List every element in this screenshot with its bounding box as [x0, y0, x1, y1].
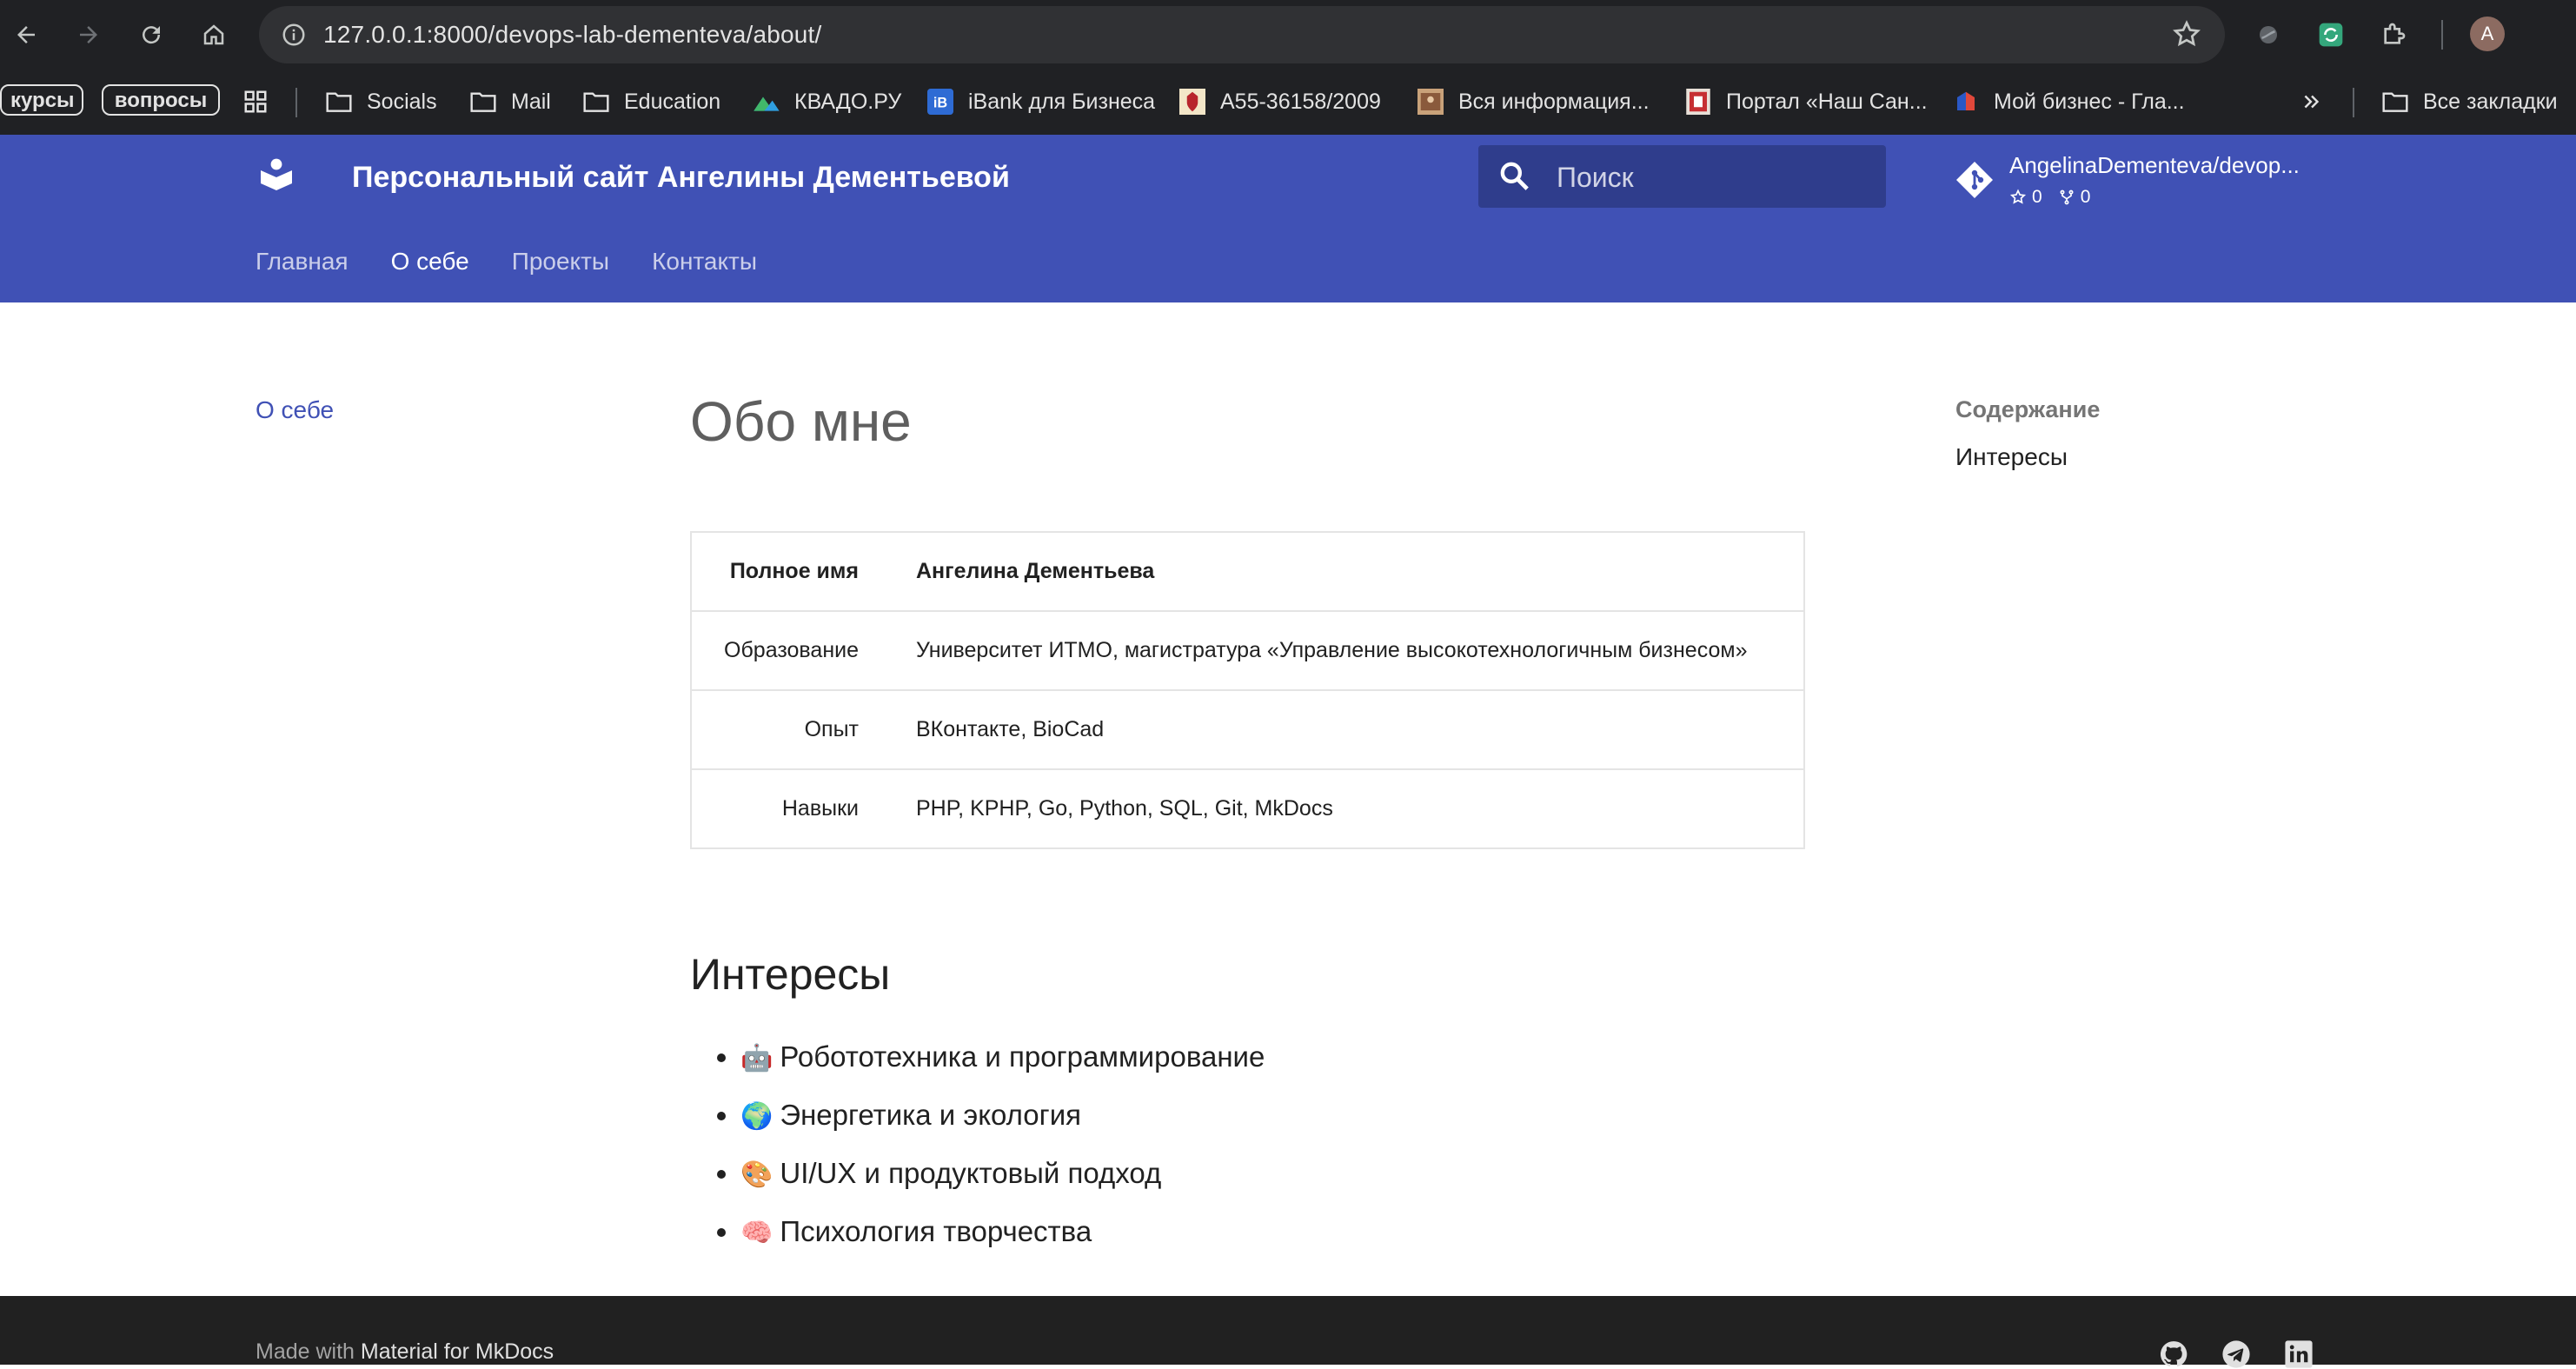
repo-facts: 0 0: [2009, 187, 2090, 208]
globe-emoji-icon: 🌍: [740, 1101, 773, 1132]
apps-grid-icon: [242, 88, 269, 116]
apps-button[interactable]: [242, 86, 283, 117]
arrow-right-icon: [80, 26, 97, 43]
list-item: 🧠Психология творчества: [740, 1207, 1265, 1266]
fork-icon: [2060, 189, 2074, 205]
kvado-icon: [753, 88, 780, 116]
table-cell-label: Опыт: [691, 689, 888, 769]
section-heading-interests: Интересы: [690, 950, 891, 999]
repo-stars: 0: [2009, 187, 2042, 208]
bookmarks-divider: [295, 88, 297, 117]
table-header-row: Полное имя Ангелина Дементьева: [691, 531, 1804, 611]
tab-contacts[interactable]: Контакты: [652, 248, 757, 276]
book-open-icon[interactable]: [256, 154, 297, 196]
folder-icon: [2381, 88, 2409, 116]
table-cell-label: Навыки: [691, 768, 888, 848]
tab-projects[interactable]: Проекты: [512, 248, 609, 276]
bookmark-kvado[interactable]: КВАДО.РУ: [753, 86, 901, 117]
back-button[interactable]: [3, 12, 49, 57]
site-title[interactable]: Персональный сайт Ангелины Дементьевой: [352, 161, 1010, 195]
site-footer: Made with Material for MkDocs: [0, 1296, 2576, 1368]
mkdocs-material-link[interactable]: Material for MkDocs: [361, 1339, 554, 1364]
site-header: Персональный сайт Ангелины Дементьевой A…: [0, 135, 2576, 302]
bookmark-info[interactable]: Вся информация...: [1417, 86, 1650, 117]
footer-credit: Made with Material for MkDocs: [256, 1339, 554, 1364]
bookmark-case[interactable]: А55-36158/2009: [1178, 86, 1381, 117]
forward-button[interactable]: [66, 12, 111, 57]
list-item: 🎨UI/UX и продуктовый подход: [740, 1149, 1265, 1207]
table-cell-value: ВКонтакте, BioCad: [888, 689, 1804, 769]
profile-table: Полное имя Ангелина Дементьева Образован…: [690, 531, 1805, 849]
address-bar[interactable]: 127.0.0.1:8000/devops-lab-dementeva/abou…: [259, 6, 2225, 63]
nav-tabs: Главная О себе Проекты Контакты: [256, 248, 800, 276]
bookmark-education[interactable]: Education: [582, 86, 720, 117]
page-title: Обо мне: [690, 390, 912, 453]
table-row: Образование Университет ИТМО, магистрату…: [691, 610, 1804, 690]
table-cell-value: Университет ИТМО, магистратура «Управлен…: [888, 610, 1804, 690]
arrow-left-icon: [17, 26, 35, 43]
table-cell-label: Образование: [691, 610, 888, 690]
tab-home[interactable]: Главная: [256, 248, 349, 276]
bookmark-portal[interactable]: Портал «Наш Сан...: [1684, 86, 1928, 117]
bookmark-mail[interactable]: Mail: [469, 86, 551, 117]
bookmark-ibank[interactable]: iB iBank для Бизнеса: [926, 86, 1155, 117]
svg-text:iB: iB: [933, 95, 947, 110]
business-icon: [1952, 88, 1980, 116]
folder-icon: [469, 88, 497, 116]
portal-icon: [1684, 88, 1712, 116]
ibank-icon: iB: [926, 88, 954, 116]
bookmark-voprosy[interactable]: вопросы: [102, 84, 220, 116]
site-info-icon[interactable]: [276, 17, 311, 52]
bookmark-socials[interactable]: Socials: [325, 86, 437, 117]
home-icon: [203, 24, 224, 45]
toc-item-interests[interactable]: Интересы: [1955, 443, 2068, 471]
tab-about[interactable]: О себе: [391, 248, 469, 276]
picture-icon: [1417, 88, 1444, 116]
sync-extension-icon[interactable]: [2314, 17, 2348, 52]
table-header-label: Полное имя: [691, 531, 888, 611]
sidebar-item-about[interactable]: О себе: [256, 396, 334, 424]
folder-icon: [582, 88, 610, 116]
repo-name: AngelinaDementeva/devop...: [2009, 152, 2300, 178]
more-bookmarks-button[interactable]: [2298, 86, 2340, 117]
search-input[interactable]: [1555, 145, 1871, 209]
repo-forks: 0: [2058, 187, 2090, 208]
emblem-icon: [1178, 88, 1206, 116]
folder-icon: [325, 88, 353, 116]
list-item: 🌍Энергетика и экология: [740, 1091, 1265, 1149]
robot-emoji-icon: 🤖: [740, 1043, 773, 1073]
bookmark-kursy[interactable]: курсы: [0, 84, 83, 116]
brain-emoji-icon: 🧠: [740, 1218, 773, 1248]
table-row: Навыки PHP, KPHP, Go, Python, SQL, Git, …: [691, 768, 1804, 848]
extensions-puzzle-icon[interactable]: [2376, 17, 2411, 52]
browser-toolbar: 127.0.0.1:8000/devops-lab-dementeva/abou…: [0, 0, 2576, 70]
extension-icon[interactable]: [2251, 17, 2286, 52]
table-row: Опыт ВКонтакте, BioCad: [691, 689, 1804, 769]
bookmark-all[interactable]: Все закладки: [2381, 86, 2558, 117]
table-header-value: Ангелина Дементьева: [888, 531, 1804, 611]
search-icon: [1497, 159, 1532, 194]
chevron-double-right-icon: [2298, 88, 2326, 116]
table-cell-value: PHP, KPHP, Go, Python, SQL, Git, MkDocs: [888, 768, 1804, 848]
url-text: 127.0.0.1:8000/devops-lab-dementeva/abou…: [323, 21, 822, 48]
bookmarks-bar: курсы вопросы Socials Mail Education КВА…: [0, 70, 2576, 135]
interests-list: 🤖Робототехника и программирование 🌍Энерг…: [690, 1033, 1265, 1266]
list-item: 🤖Робототехника и программирование: [740, 1033, 1265, 1091]
star-icon: [2009, 189, 2027, 204]
toc-title: Содержание: [1955, 396, 2101, 422]
toolbar-divider: [2441, 20, 2443, 50]
search-box[interactable]: [1478, 145, 1886, 209]
bookmark-star-icon[interactable]: [2171, 18, 2202, 50]
reload-button[interactable]: [129, 12, 174, 57]
git-icon: [1954, 159, 1995, 201]
palette-emoji-icon: 🎨: [740, 1160, 773, 1190]
bookmark-business[interactable]: Мой бизнес - Гла...: [1952, 86, 2185, 117]
profile-avatar[interactable]: A: [2470, 17, 2505, 51]
home-button[interactable]: [191, 12, 236, 57]
bookmarks-divider: [2353, 88, 2354, 117]
reload-icon: [143, 26, 161, 44]
